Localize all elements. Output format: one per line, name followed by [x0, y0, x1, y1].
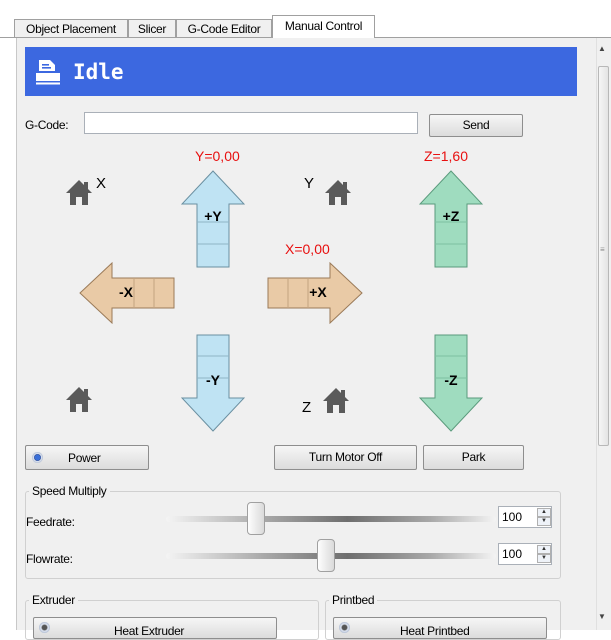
gcode-label: G-Code:	[25, 118, 69, 132]
home-y-label: Y	[304, 175, 315, 192]
scroll-up-icon[interactable]: ▲	[598, 44, 606, 53]
jog-plus-x-label: +X	[309, 284, 327, 300]
feedrate-slider-thumb[interactable]	[247, 502, 265, 535]
jog-minus-y-label: -Y	[206, 372, 220, 388]
speed-multiply-title: Speed Multiply	[29, 484, 110, 498]
jog-plus-y-label: +Y	[204, 208, 222, 224]
heat-extruder-button[interactable]: Heat Extruder	[33, 617, 277, 639]
flowrate-spinner[interactable]: 100 ▲ ▼	[498, 543, 552, 565]
printer-icon	[36, 60, 60, 85]
home-z-icon[interactable]	[321, 385, 351, 415]
y-position-readout: Y=0,00	[195, 148, 240, 164]
home-x-label: X	[96, 175, 107, 192]
heat-printbed-button[interactable]: Heat Printbed	[333, 617, 547, 639]
jog-minus-x-button[interactable]: -X	[79, 262, 175, 324]
jog-plus-z-label: +Z	[442, 208, 460, 224]
heat-extruder-label: Heat Extruder	[114, 624, 185, 638]
jog-plus-x-button[interactable]: +X	[267, 262, 363, 324]
spinner-down-icon[interactable]: ▼	[537, 554, 551, 563]
feedrate-label: Feedrate:	[26, 515, 75, 529]
scroll-grip-icon: ≡	[600, 245, 605, 254]
extruder-indicator-icon	[39, 622, 50, 633]
flowrate-label: Flowrate:	[26, 552, 73, 566]
spinner-up-icon[interactable]: ▲	[537, 508, 551, 517]
tab-slicer[interactable]: Slicer	[128, 19, 176, 37]
flowrate-slider-thumb[interactable]	[317, 539, 335, 572]
power-indicator-icon	[32, 452, 43, 463]
jog-minus-x-label: -X	[119, 284, 133, 300]
tab-manual-control[interactable]: Manual Control	[272, 15, 375, 38]
spinner-down-icon[interactable]: ▼	[537, 517, 551, 526]
scroll-down-icon[interactable]: ▼	[598, 612, 606, 621]
feedrate-slider-track[interactable]	[166, 516, 496, 522]
jog-minus-y-button[interactable]: -Y	[181, 334, 245, 432]
speed-multiply-group	[25, 491, 561, 579]
jog-plus-z-button[interactable]: +Z	[419, 170, 483, 268]
send-button[interactable]: Send	[429, 114, 523, 137]
park-button[interactable]: Park	[423, 445, 524, 470]
extruder-title: Extruder	[29, 593, 78, 607]
home-x-icon[interactable]	[64, 177, 94, 207]
home-all-icon[interactable]	[64, 384, 94, 414]
jog-plus-y-button[interactable]: +Y	[181, 170, 245, 268]
spinner-up-icon[interactable]: ▲	[537, 545, 551, 554]
tab-object-placement[interactable]: Object Placement	[14, 19, 128, 37]
jog-minus-z-label: -Z	[444, 372, 458, 388]
flowrate-value: 100	[502, 547, 523, 561]
home-z-label: Z	[302, 399, 312, 416]
gcode-input[interactable]	[84, 112, 418, 134]
x-position-readout: X=0,00	[285, 241, 330, 257]
manual-control-panel: Idle G-Code: Send Y=0,00 Z=1,60 X=0,00 X…	[16, 38, 597, 640]
z-position-readout: Z=1,60	[424, 148, 468, 164]
printbed-indicator-icon	[339, 622, 350, 633]
power-label: Power	[68, 451, 101, 465]
feedrate-spinner[interactable]: 100 ▲ ▼	[498, 506, 552, 528]
tab-gcode-editor[interactable]: G-Code Editor	[176, 19, 272, 37]
turn-motor-off-button[interactable]: Turn Motor Off	[274, 445, 417, 470]
home-y-icon[interactable]	[323, 177, 353, 207]
heat-printbed-label: Heat Printbed	[400, 624, 470, 638]
status-text: Idle	[73, 60, 124, 84]
power-button[interactable]: Power	[25, 445, 149, 470]
printbed-title: Printbed	[329, 593, 378, 607]
status-bar: Idle	[25, 47, 577, 96]
scrollbar-thumb[interactable]	[598, 66, 609, 446]
feedrate-value: 100	[502, 510, 523, 524]
jog-minus-z-button[interactable]: -Z	[419, 334, 483, 432]
